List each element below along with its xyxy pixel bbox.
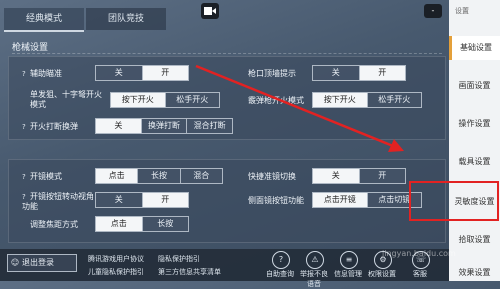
watermark: jingyan.baidu.com [382, 249, 456, 258]
auto-query-icon[interactable]: ? [272, 251, 290, 269]
sidebar-item-graphics[interactable]: 画面设置 [449, 80, 500, 91]
auto-query-label: 自助查询 [266, 270, 294, 278]
link-user-agreement[interactable]: 腾讯游戏用户协议 [88, 254, 144, 264]
sidebar-item-controls[interactable]: 操作设置 [449, 118, 500, 129]
annotation-arrow [195, 64, 404, 152]
privacy-settings-label: 权限设置 [368, 270, 396, 278]
user-icon: ☺ [10, 258, 20, 267]
settings-sidebar: 设置 基础设置 画面设置 操作设置 载具设置 灵敏度设置 拾取设置 效果设置 [449, 0, 500, 281]
logout-button[interactable]: ☺ 退出登录 [7, 254, 77, 272]
link-third-party-info[interactable]: 第三方信息共享清单 [158, 267, 221, 277]
info-manage-icon[interactable]: ≡ [340, 251, 358, 269]
sensitivity-highlight-box [409, 181, 499, 221]
customer-service-label: 客服 [413, 270, 427, 278]
sidebar-item-vehicle[interactable]: 载具设置 [449, 156, 500, 167]
link-child-privacy[interactable]: 儿童隐私保护指引 [88, 267, 144, 277]
report-voice-label: 举报不良语音 [300, 270, 328, 288]
sidebar-item-effects[interactable]: 效果设置 [449, 267, 500, 278]
link-privacy-guide[interactable]: 隐私保护指引 [158, 254, 200, 264]
sidebar-header: 设置 [455, 7, 469, 15]
info-manage-label: 信息管理 [334, 270, 362, 278]
report-voice-icon[interactable]: ⚠ [306, 251, 324, 269]
sidebar-item-pickup[interactable]: 拾取设置 [449, 234, 500, 245]
sidebar-item-basic[interactable]: 基础设置 [449, 36, 500, 60]
